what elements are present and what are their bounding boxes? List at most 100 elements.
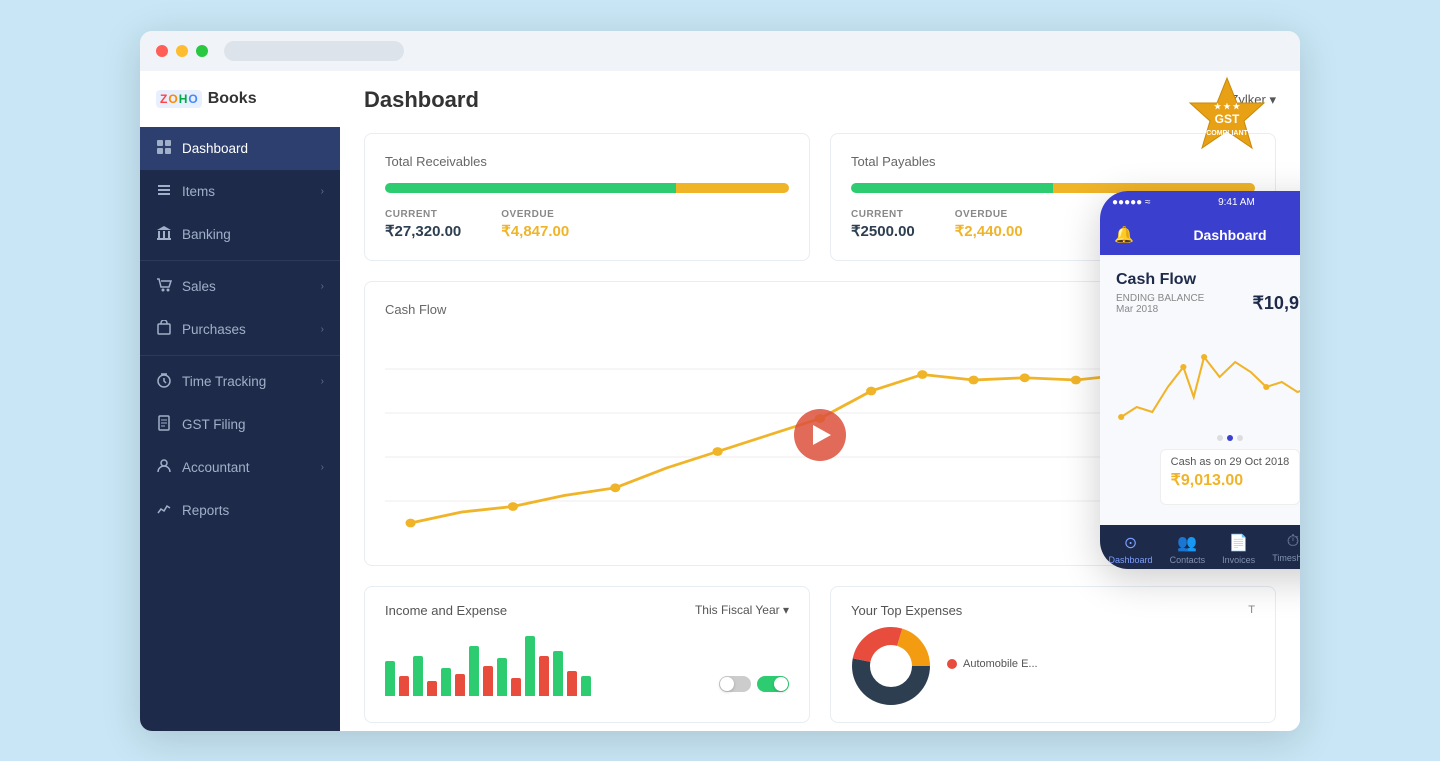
phone-card-title: Cash Flow [1116, 271, 1300, 289]
accountant-icon [156, 458, 172, 477]
phone-ending-period: Mar 2018 [1116, 304, 1204, 315]
income-bar-6 [525, 636, 535, 696]
payables-overdue-label: OVERDUE ₹2,440.00 [955, 209, 1023, 240]
svg-text:GST: GST [1215, 112, 1240, 126]
expense-bar-4 [483, 666, 493, 696]
divider-1 [140, 260, 340, 261]
phone-dots [1116, 435, 1300, 441]
banking-icon [156, 225, 172, 244]
donut-svg [851, 626, 931, 706]
receivables-title: Total Receivables [385, 154, 789, 169]
purchases-icon [156, 320, 172, 339]
expense-bar-3 [455, 674, 465, 696]
content-header: Dashboard Zylker ▾ [340, 71, 1300, 113]
sales-chevron-icon: › [321, 281, 324, 292]
title-bar [140, 31, 1300, 71]
books-label: Books [208, 90, 257, 108]
dot-1 [1217, 435, 1223, 441]
expense-bar-5 [511, 678, 521, 696]
items-chevron-icon: › [321, 186, 324, 197]
expense-bar-1 [399, 676, 409, 696]
phone-footer-timesheet[interactable]: ⏱ Timesheet [1272, 533, 1300, 565]
dot-3 [1237, 435, 1243, 441]
income-bars [385, 626, 789, 696]
sidebar-item-banking[interactable]: Banking [140, 213, 340, 256]
phone-footer-contacts[interactable]: 👥 Contacts [1170, 533, 1206, 565]
footer-dashboard-icon: ⊙ [1124, 533, 1137, 553]
phone-balance: ₹10,975.00 [1252, 293, 1300, 314]
sidebar-item-purchases-label: Purchases [182, 322, 246, 337]
sidebar-item-gst-filing[interactable]: GST Filing [140, 403, 340, 446]
footer-contacts-icon: 👥 [1177, 533, 1197, 553]
sidebar-item-accountant[interactable]: Accountant › [140, 446, 340, 489]
phone-time: 9:41 AM [1218, 197, 1255, 208]
legend-label-automobile: Automobile E... [963, 658, 1038, 670]
income-expense-title: Income and Expense [385, 603, 507, 618]
phone-chart [1116, 327, 1300, 427]
svg-text:COMPLIANT: COMPLIANT [1206, 130, 1248, 137]
footer-dashboard-label: Dashboard [1109, 555, 1153, 565]
phone-ending-label: ENDING BALANCE [1116, 293, 1204, 304]
sidebar-item-purchases[interactable]: Purchases › [140, 308, 340, 351]
receivables-current-value: ₹27,320.00 [385, 222, 461, 240]
footer-contacts-label: Contacts [1170, 555, 1206, 565]
minimize-button[interactable] [176, 45, 188, 57]
play-button[interactable] [794, 409, 846, 461]
top-expenses-title: Your Top Expenses [851, 603, 962, 618]
phone-cash-label: Cash as on 29 Oct 2018 ₹9,013.00 [1116, 449, 1300, 505]
sidebar-item-dashboard[interactable]: Dashboard [140, 127, 340, 170]
svg-text:★ ★ ★: ★ ★ ★ [1214, 102, 1241, 111]
purchases-chevron-icon: › [321, 324, 324, 335]
zoho-logo: ZOHO [156, 90, 202, 108]
payables-current-value: ₹2500.00 [851, 222, 915, 240]
sidebar-item-sales[interactable]: Sales › [140, 265, 340, 308]
footer-invoices-label: Invoices [1222, 555, 1255, 565]
footer-timesheet-icon: ⏱ [1287, 533, 1299, 551]
play-icon [813, 425, 831, 445]
receivables-labels: CURRENT ₹27,320.00 OVERDUE ₹4,847.00 [385, 209, 789, 240]
sidebar-item-time-tracking[interactable]: Time Tracking › [140, 360, 340, 403]
receivables-overdue-value: ₹4,847.00 [501, 222, 569, 240]
gst-badge-svg: ★ ★ ★ GST COMPLIANT [1182, 73, 1272, 163]
payables-overdue-value: ₹2,440.00 [955, 222, 1023, 240]
footer-invoices-icon: 📄 [1229, 533, 1249, 553]
income-expense-header: Income and Expense This Fiscal Year ▾ [385, 603, 789, 618]
expense-legend-item-1: Automobile E... [947, 658, 1038, 670]
items-icon [156, 182, 172, 201]
sidebar-item-gst-filing-label: GST Filing [182, 417, 246, 432]
expenses-content: Automobile E... [851, 626, 1255, 706]
close-button[interactable] [156, 45, 168, 57]
receivables-current-label: CURRENT ₹27,320.00 [385, 209, 461, 240]
expense-legend: Automobile E... [947, 658, 1038, 674]
top-expenses-period: T [1248, 604, 1255, 616]
total-receivables-card: Total Receivables CURRENT ₹27,320.00 O [364, 133, 810, 261]
sidebar-item-time-tracking-label: Time Tracking [182, 374, 266, 389]
income-bar-1 [385, 661, 395, 696]
payables-current-label: CURRENT ₹2500.00 [851, 209, 915, 240]
expense-bar-6 [539, 656, 549, 696]
maximize-button[interactable] [196, 45, 208, 57]
url-bar[interactable] [224, 41, 404, 61]
phone-footer-dashboard[interactable]: ⊙ Dashboard [1109, 533, 1153, 565]
income-bar-7 [553, 651, 563, 696]
phone-cash-date: Cash as on 29 Oct 2018 [1171, 456, 1290, 468]
page-title: Dashboard [364, 87, 479, 113]
sidebar-item-dashboard-label: Dashboard [182, 141, 248, 156]
receivables-overdue-label: OVERDUE ₹4,847.00 [501, 209, 569, 240]
phone-bell-icon[interactable]: 🔔 [1114, 225, 1134, 245]
sidebar-item-items[interactable]: Items › [140, 170, 340, 213]
fiscal-year-select[interactable]: This Fiscal Year ▾ [695, 603, 789, 617]
phone-nav: 🔔 Dashboard ↻ [1100, 215, 1300, 255]
gst-filing-icon [156, 415, 172, 434]
sidebar-item-reports-label: Reports [182, 503, 229, 518]
gst-badge: ★ ★ ★ GST COMPLIANT [1182, 73, 1272, 163]
phone-body: Cash Flow ENDING BALANCE Mar 2018 ₹10,97… [1100, 255, 1300, 525]
sidebar-item-items-label: Items [182, 184, 215, 199]
sidebar-item-reports[interactable]: Reports [140, 489, 340, 532]
phone-footer-invoices[interactable]: 📄 Invoices [1222, 533, 1255, 565]
sidebar-item-accountant-label: Accountant [182, 460, 250, 475]
sidebar: ZOHO Books Dashboard [140, 71, 340, 731]
income-bar-4 [469, 646, 479, 696]
income-bar-3 [441, 668, 451, 696]
legend-dot-automobile [947, 659, 957, 669]
